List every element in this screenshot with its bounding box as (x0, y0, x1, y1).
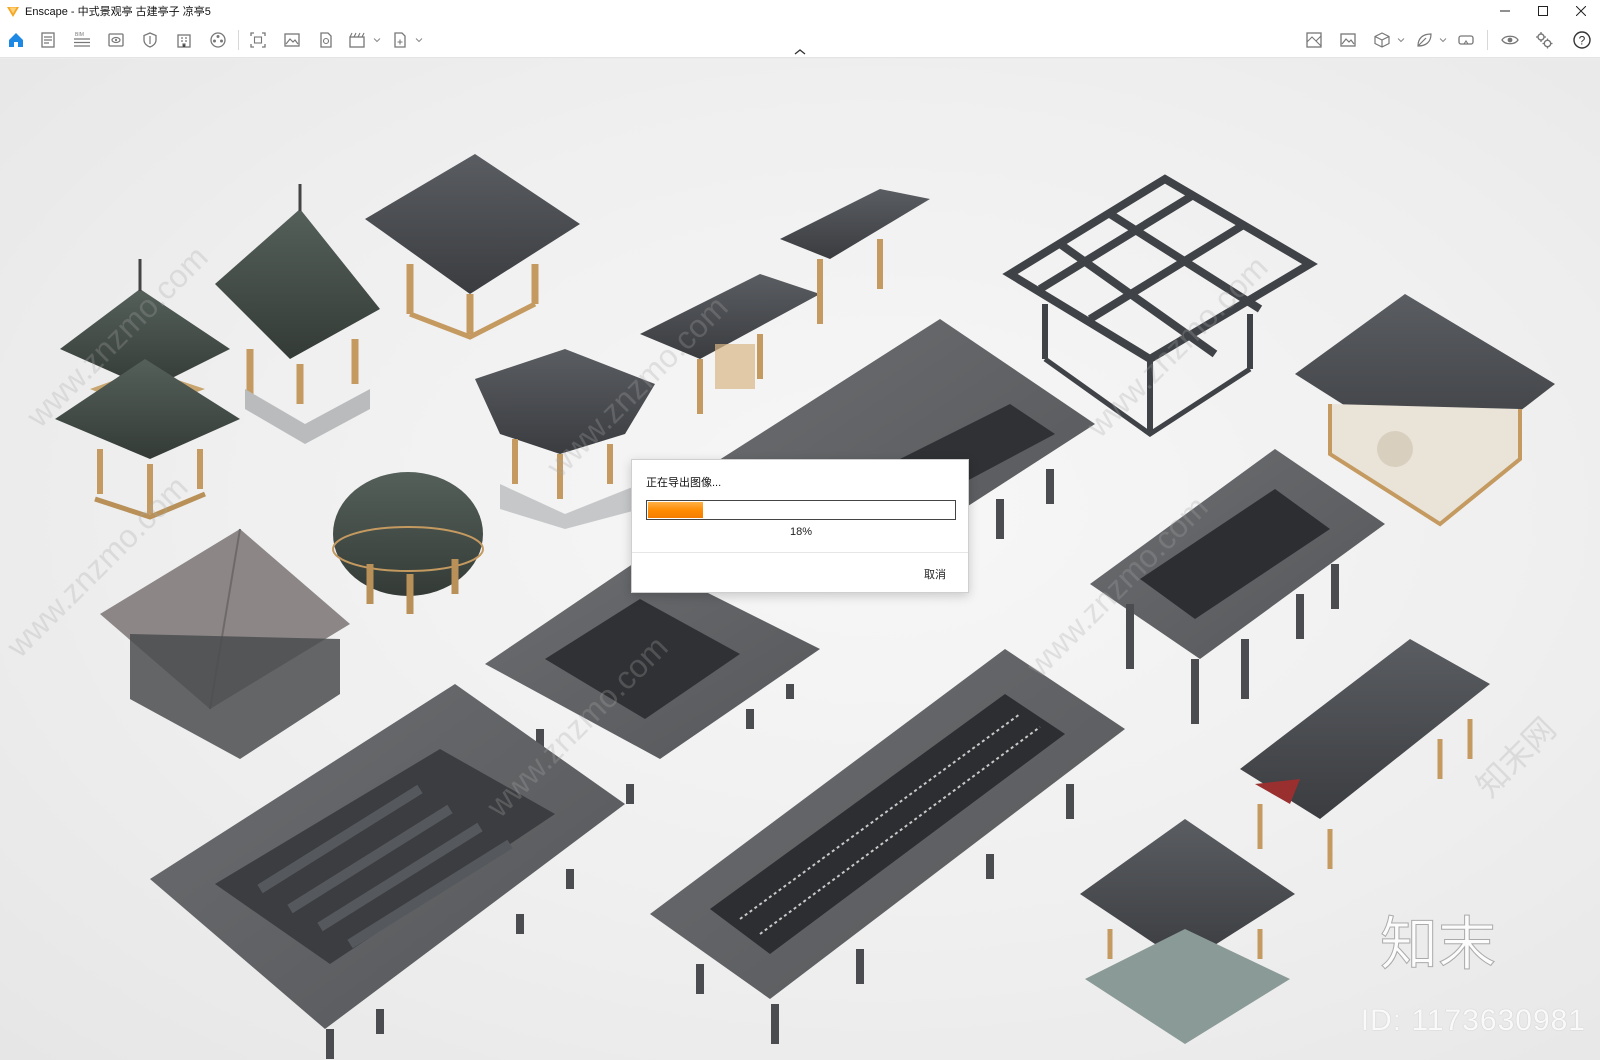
enscape-logo-icon (7, 7, 19, 17)
close-icon (1576, 6, 1586, 16)
document-icon (41, 32, 55, 48)
vr-headset-button[interactable] (1454, 28, 1478, 52)
progress-fill (648, 502, 703, 518)
window-title: Enscape - 中式景观亭 古建亭子 凉亭5 (25, 6, 211, 18)
stone-base-pavilion (1080, 819, 1295, 1044)
screenshot-button[interactable] (246, 28, 270, 52)
settings-icon (1536, 32, 1553, 49)
view-icon (108, 33, 124, 47)
collapse-toolbar-chevron-icon[interactable] (793, 47, 807, 57)
chevron-down-icon[interactable] (1397, 36, 1405, 44)
batch-render-button[interactable] (280, 28, 304, 52)
video-icon (349, 32, 365, 48)
file-export-icon (320, 32, 332, 48)
cube-icon (1374, 32, 1390, 48)
toolbar-separator (238, 30, 239, 50)
eye-icon (1501, 35, 1519, 45)
shield-icon (143, 32, 157, 48)
chevron-down-icon[interactable] (1439, 36, 1447, 44)
vr-headset-icon (1458, 35, 1474, 45)
help-icon: ? (1573, 31, 1591, 49)
atmosphere-button[interactable] (1336, 28, 1360, 52)
export-progress-bar (646, 500, 956, 520)
minimize-icon (1500, 10, 1510, 12)
minimize-button[interactable] (1486, 0, 1524, 22)
export-icon (394, 32, 406, 48)
watermark-text: 知末网 (1469, 711, 1562, 804)
rendering-quality-button[interactable] (1412, 28, 1436, 52)
video-editor-button[interactable] (346, 28, 370, 52)
dialog-title: 正在导出图像... (646, 477, 722, 489)
home-icon (9, 33, 23, 47)
chevron-down-icon[interactable] (373, 36, 381, 44)
frame-pergola (1002, 174, 1318, 438)
image-icon (1340, 33, 1356, 47)
minimap-button[interactable] (1302, 28, 1326, 52)
gable-roof-corridor (1240, 639, 1490, 869)
screenshot-icon (250, 32, 266, 48)
project-info-button[interactable] (36, 28, 60, 52)
help-symbol: ? (1579, 34, 1586, 48)
maximize-button[interactable] (1524, 0, 1562, 22)
building-icon (177, 34, 191, 48)
main-toolbar: BIM ? (0, 22, 1600, 58)
view-mode-button[interactable] (1370, 28, 1394, 52)
view-management-button[interactable] (104, 28, 128, 52)
map-icon (1306, 32, 1322, 48)
svg-text:BIM: BIM (75, 32, 84, 38)
watermark-id: ID: 1173630981 (1360, 1004, 1586, 1037)
cancel-button[interactable]: 取消 (924, 566, 946, 582)
material-editor-button[interactable] (206, 28, 230, 52)
window-controls (1486, 0, 1600, 22)
zhimo-logo-watermark: 知末 (1380, 912, 1497, 975)
logo-text: 知末 (1380, 912, 1496, 974)
export-button[interactable] (388, 28, 412, 52)
bim-button[interactable]: BIM (70, 28, 94, 52)
round-pavilion (332, 472, 484, 614)
dialog-divider (632, 552, 968, 553)
image-icon (284, 33, 300, 47)
close-button[interactable] (1562, 0, 1600, 22)
bim-icon: BIM (74, 32, 90, 47)
panorama-button[interactable] (314, 28, 338, 52)
leaf-icon (1417, 33, 1432, 47)
toolbar-separator (1487, 30, 1488, 50)
grey-hip-pavilion (100, 528, 350, 759)
general-settings-button[interactable] (1532, 28, 1556, 52)
help-button[interactable]: ? (1570, 28, 1594, 52)
visual-settings-button[interactable] (1498, 28, 1522, 52)
hexagonal-pavilion (215, 184, 380, 444)
square-pavilion (365, 154, 580, 340)
asset-library-button[interactable] (172, 28, 196, 52)
export-progress-dialog: 正在导出图像... 18% 取消 (631, 459, 969, 593)
progress-percent-label: 18% (789, 526, 813, 538)
title-bar: Enscape - 中式景观亭 古建亭子 凉亭5 (0, 0, 1600, 22)
materials-icon (210, 32, 226, 48)
home-button[interactable] (4, 28, 28, 52)
maximize-icon (1538, 6, 1548, 16)
safe-frame-button[interactable] (138, 28, 162, 52)
chevron-down-icon[interactable] (415, 36, 423, 44)
